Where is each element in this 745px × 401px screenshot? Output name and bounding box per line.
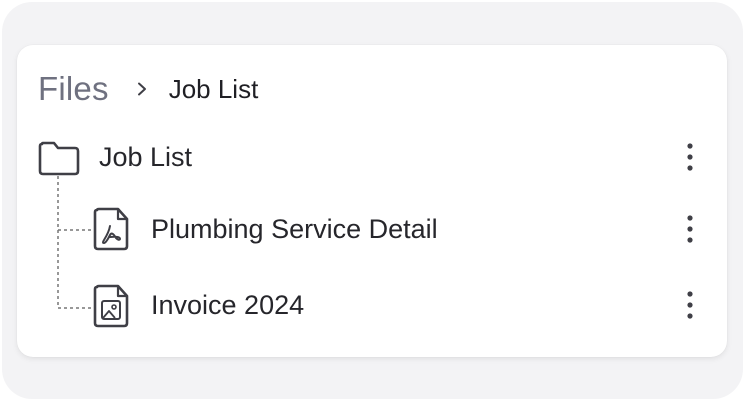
image-file-icon [93, 284, 129, 328]
folder-icon [38, 141, 80, 176]
file-label: Plumbing Service Detail [151, 213, 438, 244]
folder-label: Job List [99, 141, 193, 172]
more-vertical-icon[interactable] [680, 214, 700, 244]
tree-item-file[interactable]: Plumbing Service Detail [151, 209, 438, 249]
tree-item-folder[interactable]: Job List [99, 137, 192, 177]
tree-item-file[interactable]: Invoice 2024 [151, 285, 304, 325]
pdf-file-icon [93, 207, 129, 251]
more-vertical-icon[interactable] [680, 142, 700, 172]
file-label: Invoice 2024 [151, 289, 305, 320]
tree-connector-lines [57, 176, 93, 309]
more-vertical-icon[interactable] [680, 290, 700, 320]
